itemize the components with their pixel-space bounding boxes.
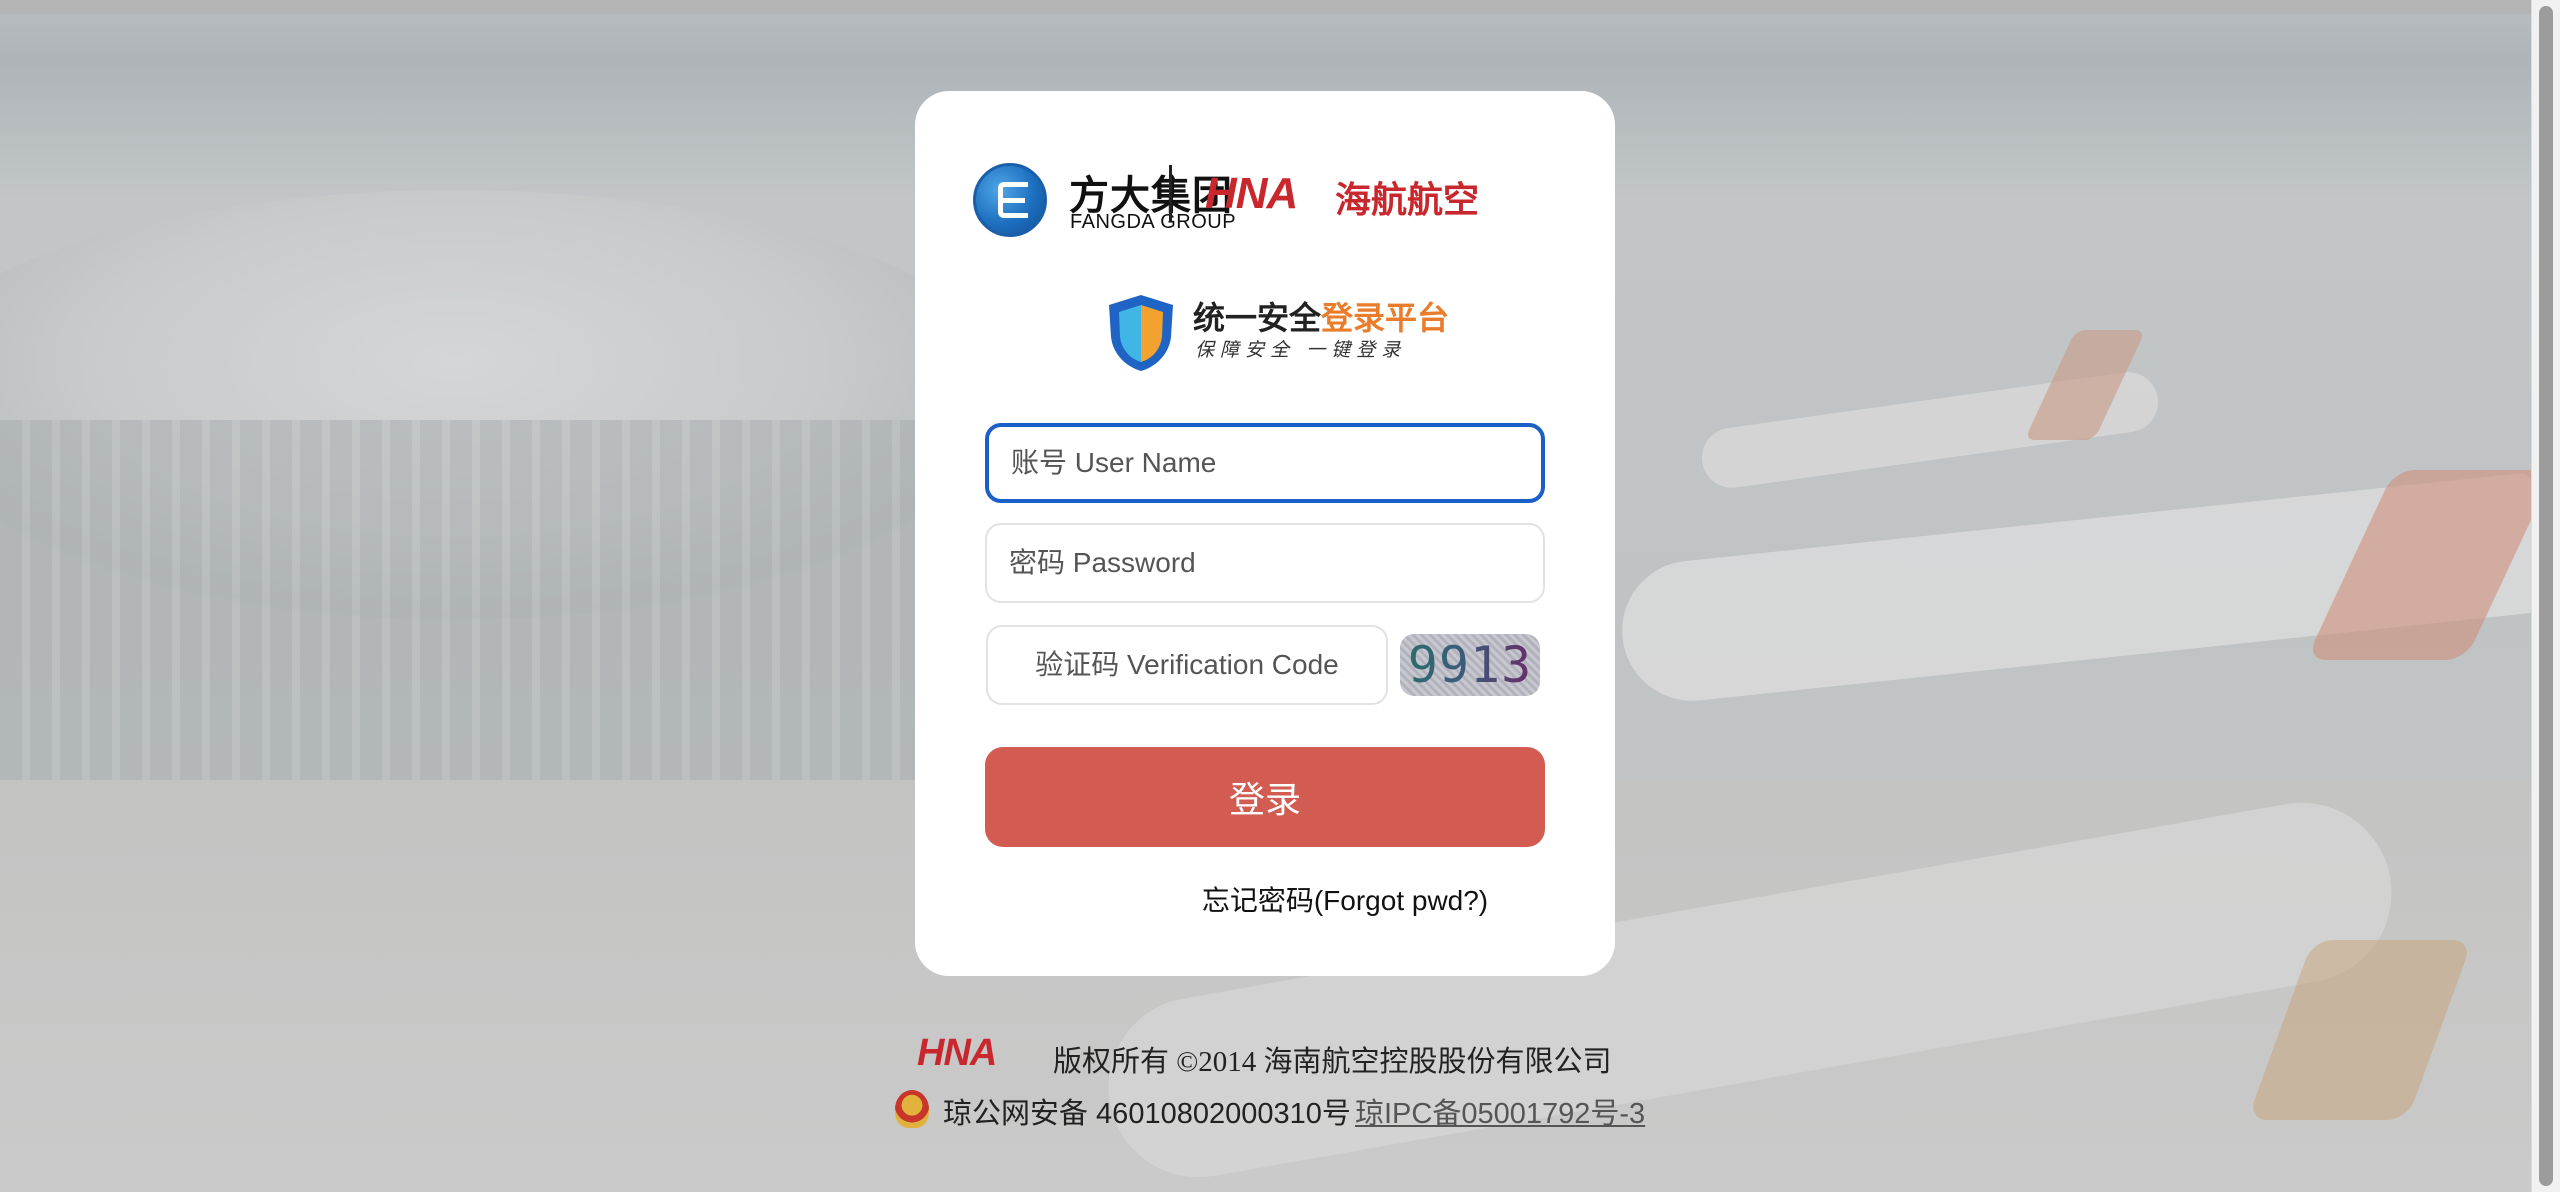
icp-beian-link[interactable]: 琼IPC备05001792号-3 — [1355, 1090, 1645, 1132]
background-top-strip — [0, 0, 2532, 14]
footer-copyright-row: HNA 版权所有 ©2014 海南航空控股股份有限公司 — [915, 1030, 1615, 1078]
platform-subtitle: 保障安全 一键登录 — [1195, 340, 1407, 361]
username-input[interactable] — [985, 423, 1545, 503]
brand-logos: 方大集团 FANGDA GROUP HNA 海航航空 — [973, 161, 1573, 241]
login-button[interactable]: 登录 — [985, 747, 1545, 847]
login-card: 方大集团 FANGDA GROUP HNA 海航航空 统一安全登录平台 保障安全… — [915, 91, 1615, 976]
footer-beian-row: 琼公网安备 46010802000310号 琼IPC备05001792号-3 — [895, 1088, 1695, 1130]
password-input[interactable] — [985, 523, 1545, 603]
hna-name-cn: 海航航空 — [1335, 179, 1480, 220]
shield-icon — [1109, 295, 1173, 371]
police-badge-icon — [895, 1090, 929, 1128]
verification-code-input[interactable] — [986, 625, 1388, 705]
hna-logo: HNA — [1205, 169, 1298, 218]
captcha-image[interactable]: 9913 — [1400, 634, 1540, 696]
fangda-logo-icon — [973, 163, 1047, 237]
forgot-password-link[interactable]: 忘记密码(Forgot pwd?) — [915, 879, 1775, 919]
vertical-scrollbar[interactable] — [2531, 0, 2560, 1192]
footer-hna-logo: HNA — [917, 1032, 997, 1074]
platform-title: 统一安全登录平台 — [1193, 300, 1450, 336]
captcha-text: 9913 — [1407, 636, 1533, 694]
background-terminal-facade — [0, 420, 960, 840]
brand-divider — [1169, 165, 1172, 221]
public-security-beian: 琼公网安备 46010802000310号 — [943, 1098, 1351, 1130]
scrollbar-thumb[interactable] — [2539, 6, 2553, 1186]
platform-header: 统一安全登录平台 保障安全 一键登录 — [1105, 291, 1449, 371]
footer-copyright: 版权所有 ©2014 海南航空控股股份有限公司 — [1053, 1046, 1612, 1078]
